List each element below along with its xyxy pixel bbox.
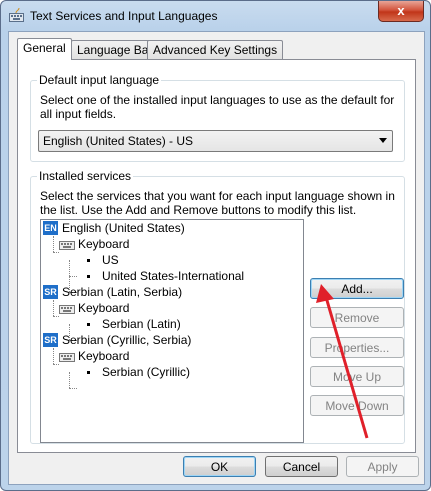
default-input-language-label: Default input language (37, 73, 162, 87)
tree-connector (69, 276, 77, 277)
tree-connector (53, 316, 59, 317)
keyboard-app-icon (9, 8, 24, 22)
category-label: Keyboard (78, 301, 130, 315)
cancel-button[interactable]: Cancel (265, 456, 338, 477)
layout-label: Serbian (Cyrillic) (102, 365, 191, 379)
properties-button[interactable]: Properties... (310, 337, 404, 358)
bullet-icon (87, 323, 90, 326)
move-down-button[interactable]: Move Down (310, 395, 404, 416)
dropdown-selected-value: English (United States) - US (43, 134, 194, 148)
language-name: Serbian (Cyrillic, Serbia) (62, 333, 192, 347)
tab-general[interactable]: General (17, 38, 72, 60)
category-label: Keyboard (78, 349, 130, 363)
default-input-language-dropdown[interactable]: English (United States) - US (38, 130, 393, 152)
language-badge-icon: EN (43, 221, 58, 235)
layout-label: US (102, 253, 119, 267)
tree-connector (53, 300, 54, 316)
window-title: Text Services and Input Languages (30, 9, 218, 23)
tab-language-bar[interactable]: Language Bar (71, 40, 159, 59)
language-name: Serbian (Latin, Serbia) (62, 285, 183, 299)
tree-connector (69, 388, 77, 389)
ok-button[interactable]: OK (183, 456, 256, 477)
tree-connector (53, 348, 54, 364)
move-up-button[interactable]: Move Up (310, 366, 404, 387)
default-input-description: Select one of the installed input langua… (40, 93, 395, 121)
layout-label: Serbian (Latin) (102, 317, 181, 331)
bullet-icon (87, 275, 90, 278)
bullet-icon (87, 371, 90, 374)
apply-button[interactable]: Apply (346, 456, 419, 477)
services-tree[interactable]: EN English (United States) Keyboard US U… (40, 219, 304, 443)
installed-services-description: Select the services that you want for ea… (40, 189, 395, 217)
bullet-icon (87, 259, 90, 262)
close-icon: x (397, 3, 405, 18)
language-badge-icon: SR (43, 333, 58, 347)
tree-connector (69, 372, 70, 388)
tab-advanced-key-settings[interactable]: Advanced Key Settings (147, 40, 284, 59)
tree-connector (53, 252, 59, 253)
dialog-client-area: General Language Bar Advanced Key Settin… (8, 31, 425, 485)
title-bar[interactable]: Text Services and Input Languages x (1, 1, 430, 31)
category-label: Keyboard (78, 237, 130, 251)
general-tab-panel: Default input language Select one of the… (17, 59, 416, 453)
chevron-down-icon (379, 138, 387, 143)
keyboard-icon (59, 353, 75, 362)
layout-label: United States-International (102, 269, 245, 283)
keyboard-icon (59, 305, 75, 314)
add-button[interactable]: Add... (310, 278, 404, 299)
installed-services-group: Installed services Select the services t… (30, 169, 405, 444)
tree-connector (53, 364, 59, 365)
default-input-language-group: Default input language Select one of the… (30, 73, 405, 162)
close-button[interactable]: x (378, 1, 424, 22)
language-name: English (United States) (62, 221, 185, 235)
dialog-window: Text Services and Input Languages x Gene… (0, 0, 431, 491)
keyboard-icon (59, 241, 75, 250)
installed-services-label: Installed services (37, 169, 134, 183)
remove-button[interactable]: Remove (310, 307, 404, 328)
language-badge-icon: SR (43, 285, 58, 299)
tree-connector (53, 236, 54, 252)
